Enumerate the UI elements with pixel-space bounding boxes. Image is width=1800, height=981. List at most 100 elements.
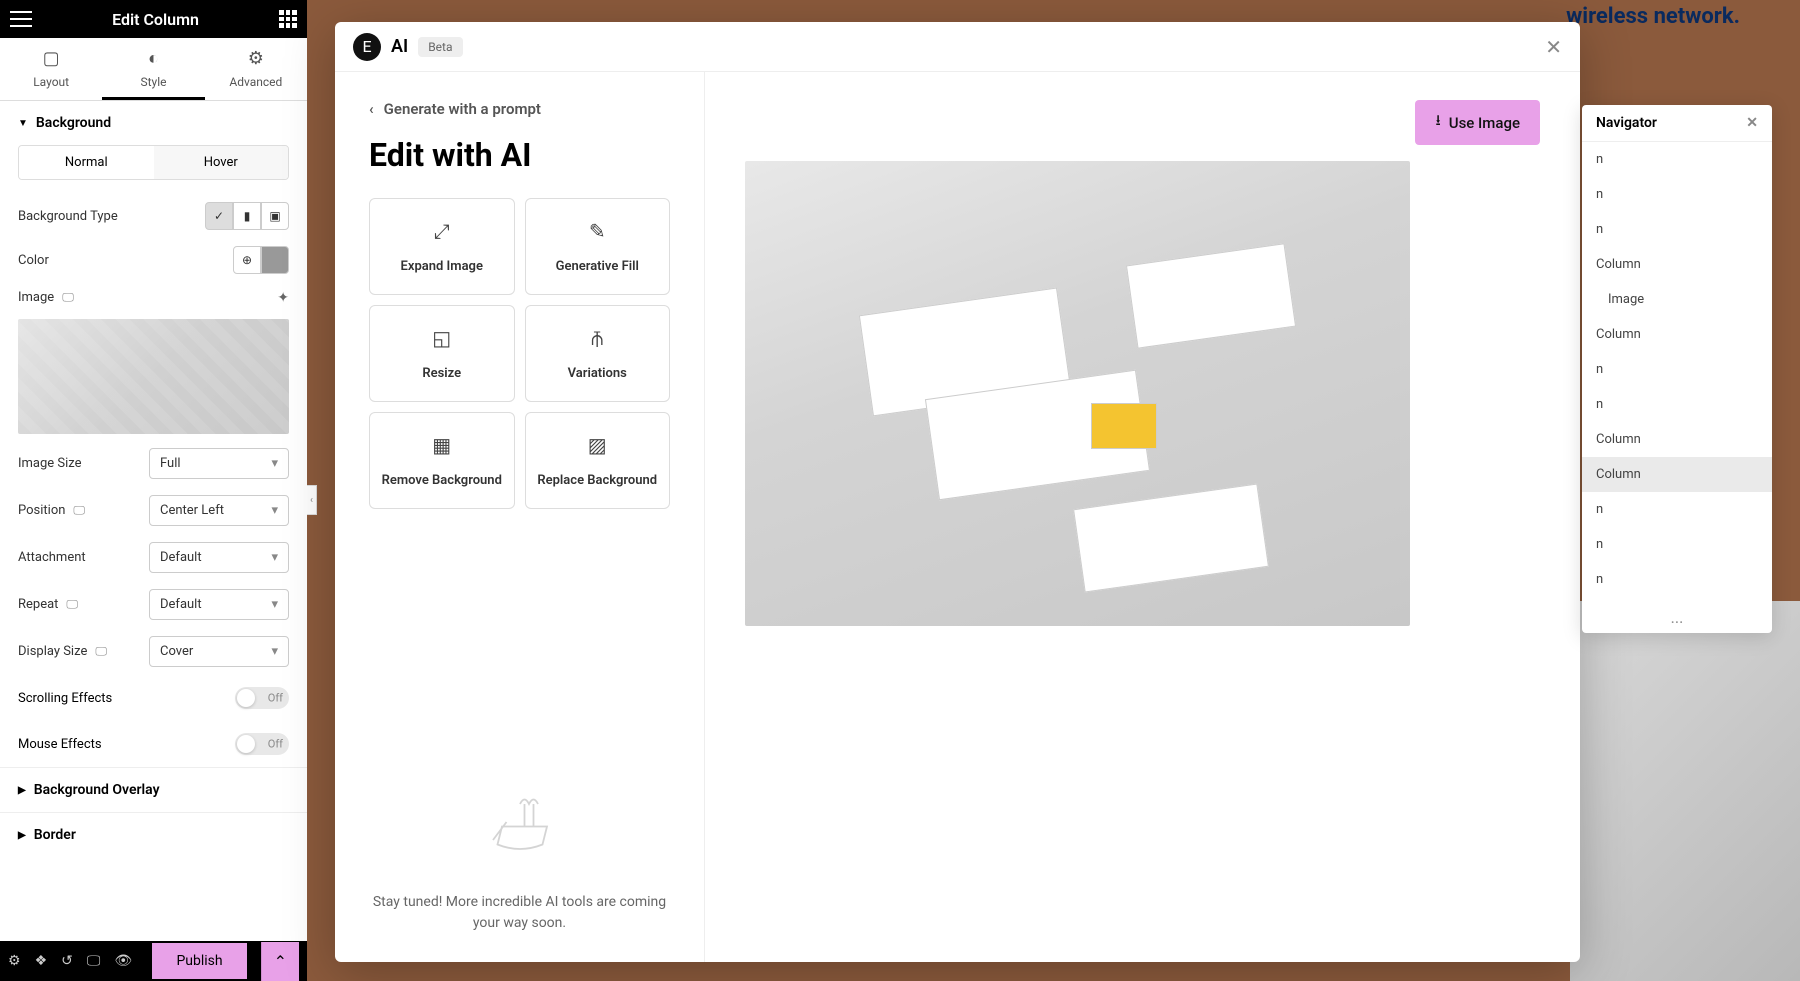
brush-icon: ✎ [534, 219, 662, 243]
select-display-size[interactable]: Cover [149, 636, 289, 667]
tab-style[interactable]: ◐Style [102, 38, 204, 100]
device-icon[interactable]: 🖵 [73, 503, 85, 518]
label-image-size: Image Size [18, 456, 82, 471]
nav-item[interactable]: Image [1582, 282, 1772, 317]
remove-bg-icon: ▦ [378, 433, 506, 457]
sidebar-title: Edit Column [112, 10, 199, 29]
select-image-size[interactable]: Full [149, 448, 289, 479]
bg-type-gradient[interactable]: ▮ [233, 202, 261, 230]
publish-caret[interactable]: ⌃ [261, 942, 299, 981]
replace-bg-icon: ▨ [534, 433, 662, 457]
image-preview[interactable] [18, 319, 289, 434]
panel-tabs: ▢Layout ◐Style ⚙Advanced [0, 38, 307, 101]
publish-button[interactable]: Publish [152, 943, 246, 979]
nav-item[interactable]: n [1582, 527, 1772, 562]
ai-label: AI [391, 36, 408, 57]
action-grid: ⤢Expand Image ✎Generative Fill ◱Resize ⫚… [369, 198, 670, 509]
row-repeat: Repeat🖵 Default [0, 581, 307, 628]
tab-layout[interactable]: ▢Layout [0, 38, 102, 100]
color-swatch[interactable] [261, 246, 289, 274]
label-mouse: Mouse Effects [18, 737, 102, 752]
settings-icon[interactable]: ⚙ [8, 953, 21, 969]
toggle-hover[interactable]: Hover [154, 146, 289, 179]
tab-advanced[interactable]: ⚙Advanced [205, 38, 307, 100]
nav-item[interactable]: n [1582, 562, 1772, 597]
select-attachment[interactable]: Default [149, 542, 289, 573]
ai-sparkle-icon[interactable]: ✦ [277, 290, 289, 306]
row-image-size: Image Size Full [0, 440, 307, 487]
row-mouse: Mouse Effects Off [0, 721, 307, 767]
navigator-header: Navigator ✕ [1582, 105, 1772, 142]
promo-text: Stay tuned! More incredible AI tools are… [369, 892, 670, 934]
label-color: Color [18, 253, 49, 268]
nav-item[interactable]: Column [1582, 317, 1772, 352]
navigator-close-icon[interactable]: ✕ [1746, 115, 1758, 131]
switch-scrolling[interactable]: Off [235, 687, 289, 709]
action-variations[interactable]: ⫚Variations [525, 305, 671, 402]
label-image: Image🖵 [18, 290, 74, 305]
sidebar-collapse-handle[interactable]: ‹ [307, 485, 317, 515]
color-global[interactable]: ⊕ [233, 246, 261, 274]
navigator-panel: Navigator ✕ n n n Column Image Column n … [1582, 105, 1772, 633]
action-expand-image[interactable]: ⤢Expand Image [369, 198, 515, 295]
widgets-grid-icon[interactable] [279, 10, 297, 28]
device-icon[interactable]: 🖵 [95, 644, 107, 659]
nav-item[interactable]: n [1582, 387, 1772, 422]
ai-modal: E AI Beta ✕ ‹Generate with a prompt Edit… [335, 22, 1580, 962]
section-bg-overlay[interactable]: Background Overlay [0, 767, 307, 812]
color-buttons: ⊕ [233, 246, 289, 274]
row-image: Image🖵 ✦ [0, 282, 307, 313]
action-remove-bg[interactable]: ▦Remove Background [369, 412, 515, 509]
select-position[interactable]: Center Left [149, 495, 289, 526]
history-icon[interactable]: ↺ [61, 953, 73, 969]
section-border[interactable]: Border [0, 812, 307, 857]
editor-sidebar: Edit Column ▢Layout ◐Style ⚙Advanced Bac… [0, 0, 307, 981]
navigator-list: n n n Column Image Column n n Column Col… [1582, 142, 1772, 602]
state-toggle: Normal Hover [18, 145, 289, 180]
device-icon[interactable]: 🖵 [66, 597, 78, 612]
nav-item[interactable]: n [1582, 142, 1772, 177]
chevron-left-icon: ‹ [369, 100, 374, 118]
nav-item[interactable]: Column [1582, 422, 1772, 457]
select-repeat[interactable]: Default [149, 589, 289, 620]
nav-item-selected[interactable]: Column [1582, 457, 1772, 492]
action-generative-fill[interactable]: ✎Generative Fill [525, 198, 671, 295]
hamburger-icon[interactable] [10, 11, 32, 27]
switch-mouse[interactable]: Off [235, 733, 289, 755]
nav-item[interactable]: n [1582, 492, 1772, 527]
responsive-icon[interactable]: 🖵 [87, 953, 101, 969]
device-icon[interactable]: 🖵 [62, 290, 74, 305]
nav-item[interactable]: n [1582, 352, 1772, 387]
modal-right-panel: ⭳Use Image [705, 72, 1580, 962]
row-display-size: Display Size🖵 Cover [0, 628, 307, 675]
action-replace-bg[interactable]: ▨Replace Background [525, 412, 671, 509]
bg-type-classic[interactable]: ✓ [205, 202, 233, 230]
label-bg-type: Background Type [18, 209, 118, 224]
row-bg-type: Background Type ✓ ▮ ▣ [0, 194, 307, 238]
right-header: ⭳Use Image [745, 100, 1540, 145]
nav-item[interactable]: Column [1582, 247, 1772, 282]
download-icon: ⭳ [1435, 110, 1440, 135]
sidebar-header: Edit Column [0, 0, 307, 38]
nav-item[interactable]: n [1582, 212, 1772, 247]
use-image-button[interactable]: ⭳Use Image [1415, 100, 1540, 145]
promo-section: Stay tuned! More incredible AI tools are… [369, 777, 670, 934]
section-background[interactable]: Background [0, 101, 307, 145]
row-scrolling: Scrolling Effects Off [0, 675, 307, 721]
row-color: Color ⊕ [0, 238, 307, 282]
close-icon[interactable]: ✕ [1545, 35, 1562, 59]
label-position: Position🖵 [18, 503, 85, 518]
advanced-icon: ⚙ [205, 48, 307, 69]
modal-title: Edit with AI [369, 136, 670, 174]
toggle-normal[interactable]: Normal [19, 146, 154, 179]
preview-icon[interactable]: 👁 [114, 953, 132, 969]
variations-icon: ⫚ [534, 326, 662, 350]
layers-icon[interactable]: ❖ [35, 953, 48, 969]
bg-type-video[interactable]: ▣ [261, 202, 289, 230]
action-resize[interactable]: ◱Resize [369, 305, 515, 402]
navigator-more[interactable]: ... [1582, 602, 1772, 633]
magic-hat-icon [475, 777, 565, 867]
back-link[interactable]: ‹Generate with a prompt [369, 100, 670, 118]
nav-item[interactable]: n [1582, 177, 1772, 212]
label-repeat: Repeat🖵 [18, 597, 78, 612]
